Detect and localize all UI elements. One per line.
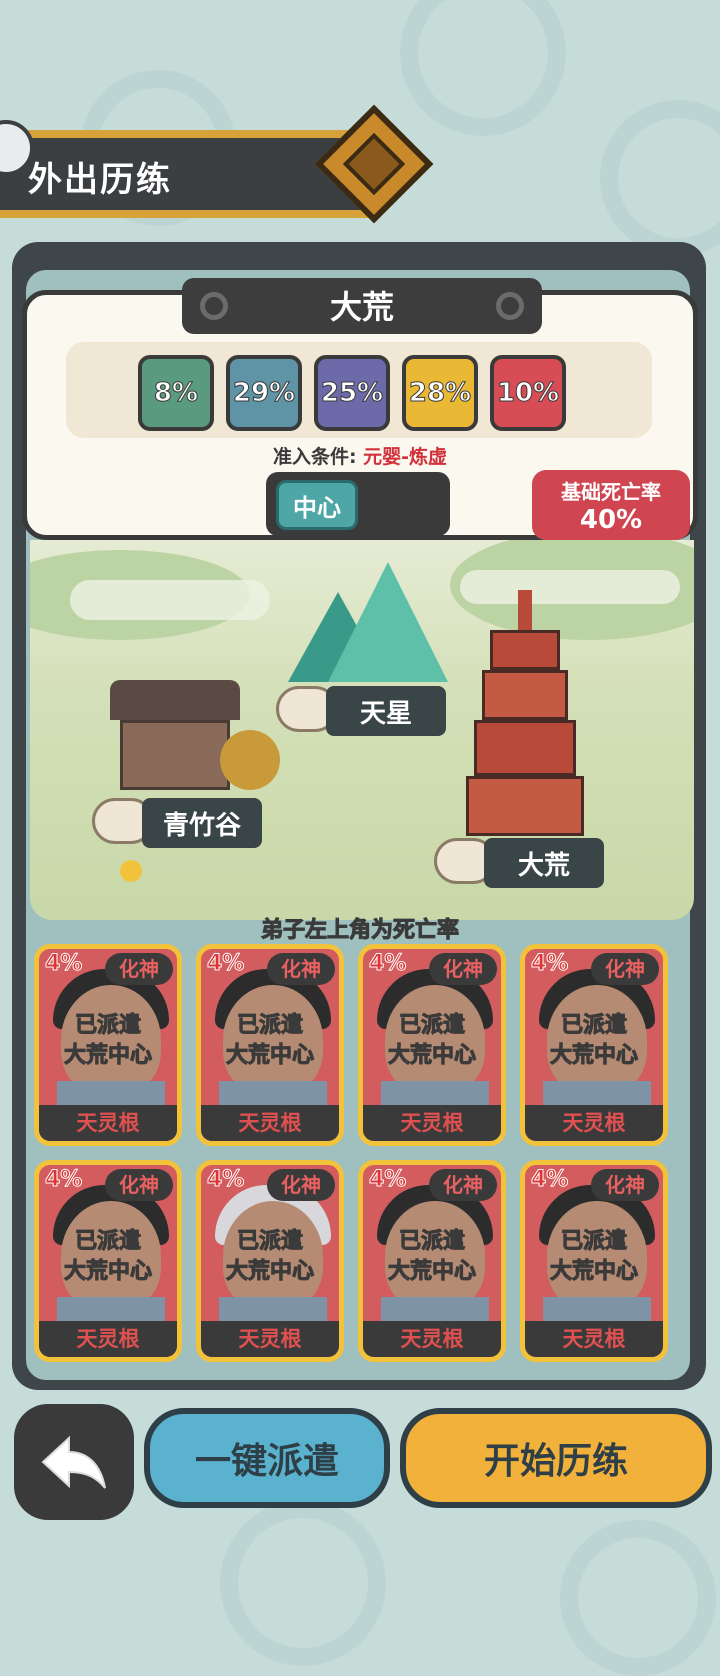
- requirement-value: 元婴-炼虚: [363, 446, 448, 468]
- death-rate-hint: 弟子左上角为死亡率: [260, 918, 459, 944]
- rate-tile: 25%: [314, 355, 390, 431]
- rate-tile: 28%: [402, 355, 478, 431]
- rate-tile: 8%: [138, 355, 214, 431]
- flower-icon: [120, 860, 142, 882]
- disciple-rank: 化神: [267, 953, 335, 985]
- disciple-rank: 化神: [105, 1169, 173, 1201]
- background-swirl: [560, 1520, 716, 1676]
- rate-tile: 29%: [226, 355, 302, 431]
- qingzhugu-building-icon[interactable]: [100, 680, 280, 790]
- disciple-death-rate: 4%: [44, 951, 83, 977]
- disciple-death-rate: 4%: [368, 951, 407, 977]
- disciple-status: 已派遣 大荒中心: [549, 1013, 638, 1069]
- disciple-rank: 化神: [429, 953, 497, 985]
- page-title: 外出历练: [28, 160, 172, 200]
- map-location-dahuang[interactable]: 大荒: [484, 838, 604, 888]
- disciple-card[interactable]: 4% 化神 已派遣 大荒中心 天灵根: [196, 1160, 344, 1362]
- map-location-tianxing[interactable]: 天星: [326, 686, 446, 736]
- disciple-death-rate: 4%: [44, 1167, 83, 1193]
- background-swirl: [600, 100, 720, 256]
- disciple-death-rate: 4%: [530, 1167, 569, 1193]
- disciple-status: 已派遣 大荒中心: [225, 1013, 314, 1069]
- disciple-spirit-root: 天灵根: [525, 1321, 663, 1357]
- one-click-dispatch-button[interactable]: 一键派遣: [144, 1408, 390, 1508]
- death-rate-value: 40%: [579, 505, 643, 535]
- disciple-card[interactable]: 4% 化神 已派遣 大荒中心 天灵根: [358, 944, 506, 1146]
- disciple-status: 已派遣 大荒中心: [63, 1013, 152, 1069]
- disciple-status: 已派遣 大荒中心: [63, 1229, 152, 1285]
- mist-shape: [70, 580, 270, 620]
- disciple-spirit-root: 天灵根: [39, 1321, 177, 1357]
- base-death-rate-badge: 基础死亡率 40%: [532, 470, 690, 540]
- disciple-spirit-root: 天灵根: [201, 1321, 339, 1357]
- disciple-spirit-root: 天灵根: [363, 1321, 501, 1357]
- disciple-card[interactable]: 4% 化神 已派遣 大荒中心 天灵根: [358, 1160, 506, 1362]
- location-option-center[interactable]: 中心: [276, 480, 358, 530]
- map-location-qingzhugu[interactable]: 青竹谷: [142, 798, 262, 848]
- disciple-status: 已派遣 大荒中心: [549, 1229, 638, 1285]
- start-expedition-button[interactable]: 开始历练: [400, 1408, 712, 1508]
- entry-requirement: 准入条件: 元婴-炼虚: [0, 442, 720, 469]
- disciple-rank: 化神: [429, 1169, 497, 1201]
- disciple-death-rate: 4%: [530, 951, 569, 977]
- disciple-spirit-root: 天灵根: [39, 1105, 177, 1141]
- disciple-spirit-root: 天灵根: [525, 1105, 663, 1141]
- disciple-rank: 化神: [591, 953, 659, 985]
- tianxing-mountain-icon[interactable]: [288, 562, 448, 682]
- disciple-rank: 化神: [591, 1169, 659, 1201]
- world-map: 青竹谷 天星 大荒: [30, 540, 694, 920]
- disciple-card[interactable]: 4% 化神 已派遣 大荒中心 天灵根: [34, 1160, 182, 1362]
- back-arrow-icon: [41, 1435, 106, 1489]
- disciple-card[interactable]: 4% 化神 已派遣 大荒中心 天灵根: [34, 944, 182, 1146]
- disciple-card[interactable]: 4% 化神 已派遣 大荒中心 天灵根: [520, 944, 668, 1146]
- rate-tile: 10%: [490, 355, 566, 431]
- disciple-death-rate: 4%: [206, 1167, 245, 1193]
- death-rate-label: 基础死亡率: [561, 480, 661, 504]
- disciple-card[interactable]: 4% 化神 已派遣 大荒中心 天灵根: [196, 944, 344, 1146]
- background-swirl: [400, 0, 566, 136]
- disciple-death-rate: 4%: [206, 951, 245, 977]
- disciple-status: 已派遣 大荒中心: [225, 1229, 314, 1285]
- requirement-label: 准入条件:: [272, 446, 357, 468]
- zone-title: 大荒: [329, 288, 394, 326]
- disciple-status: 已派遣 大荒中心: [387, 1013, 476, 1069]
- disciple-card[interactable]: 4% 化神 已派遣 大荒中心 天灵根: [520, 1160, 668, 1362]
- disciple-spirit-root: 天灵根: [363, 1105, 501, 1141]
- disciple-status: 已派遣 大荒中心: [387, 1229, 476, 1285]
- disciple-death-rate: 4%: [368, 1167, 407, 1193]
- disciple-spirit-root: 天灵根: [201, 1105, 339, 1141]
- disciple-rank: 化神: [267, 1169, 335, 1201]
- dahuang-pagoda-icon[interactable]: [460, 590, 590, 840]
- disciple-rank: 化神: [105, 953, 173, 985]
- back-button[interactable]: [14, 1404, 134, 1520]
- background-swirl: [220, 1500, 386, 1666]
